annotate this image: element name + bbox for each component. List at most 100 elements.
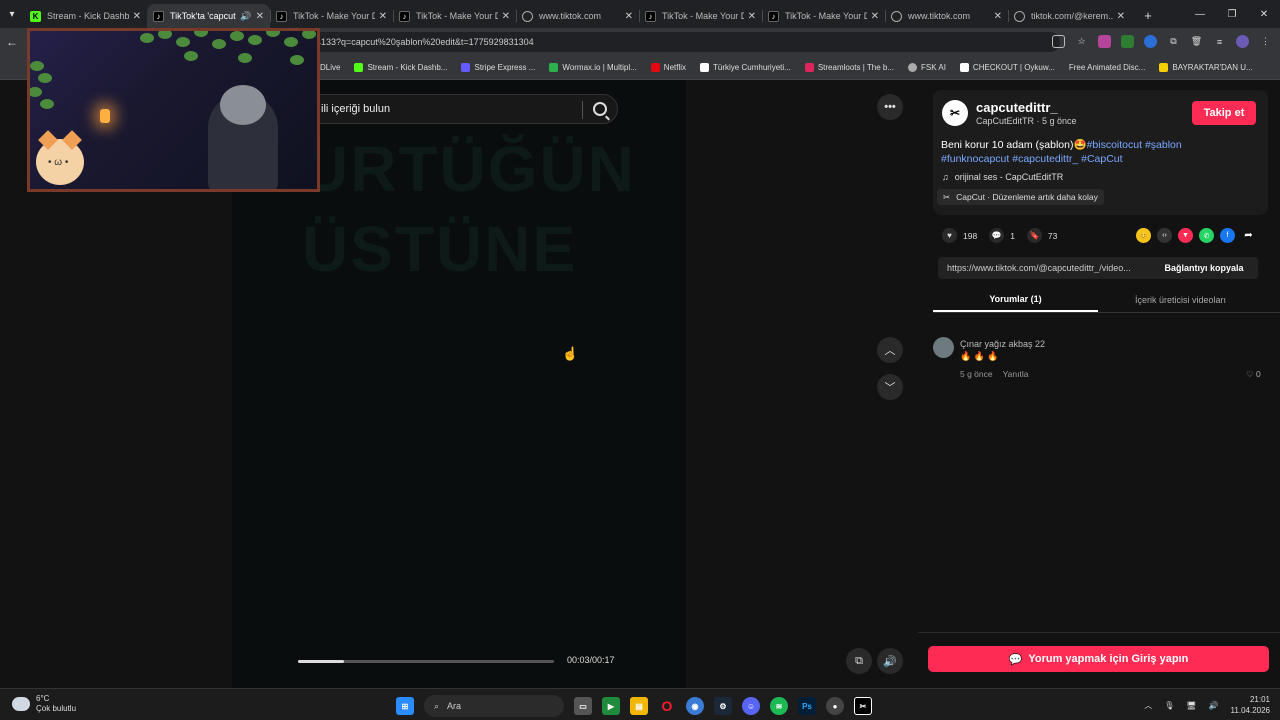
clock[interactable]: 21:01 11.04.2026: [1231, 694, 1270, 716]
app-icon[interactable]: ▶: [602, 697, 620, 715]
close-icon[interactable]: ✕: [871, 11, 879, 22]
save-button[interactable]: 🔖 73: [1026, 228, 1057, 243]
comment-button[interactable]: 💬 1: [989, 228, 1015, 243]
bookmark-item[interactable]: Stripe Express ...: [461, 63, 535, 72]
spotify-icon[interactable]: ≋: [770, 697, 788, 715]
copy-link-button[interactable]: Bağlantıyı kopyala: [1150, 263, 1258, 273]
back-arrow-icon[interactable]: ←: [0, 35, 24, 49]
chevron-down-icon[interactable]: ﹀: [877, 374, 903, 400]
trash-icon[interactable]: 🗑: [1190, 35, 1203, 48]
url-field[interactable]: 4133?q=capcut%20şablon%20edit&t=17759298…: [300, 32, 1060, 52]
browser-tab[interactable]: ♪ TikTok - Make Your Day ✕: [762, 4, 885, 28]
close-window-icon[interactable]: ✕: [1248, 9, 1280, 20]
repost-icon[interactable]: 😊: [1136, 228, 1151, 243]
weather-widget[interactable]: 6°C Çok bulutlu: [12, 694, 76, 714]
close-icon[interactable]: ✕: [748, 11, 756, 22]
login-to-comment-button[interactable]: 💬 Yorum yapmak için Giriş yapın: [928, 646, 1269, 672]
windows-start-icon[interactable]: ⊞: [396, 697, 414, 715]
browser-tab[interactable]: ♪ TikTok - Make Your Day ✕: [639, 4, 762, 28]
like-button[interactable]: ♥ 198: [942, 228, 977, 243]
minimize-icon[interactable]: —: [1184, 9, 1216, 20]
whatsapp-icon[interactable]: ✆: [1199, 228, 1214, 243]
hashtag[interactable]: #şablon: [1145, 139, 1182, 151]
extension-icon[interactable]: [1098, 35, 1111, 48]
video-progress-bar[interactable]: [298, 660, 554, 663]
bookmark-item[interactable]: FSK AI: [908, 63, 946, 72]
bookmark-item[interactable]: BAYRAKTAR'DAN U...: [1159, 63, 1253, 72]
hashtag[interactable]: #biscoitocut: [1087, 139, 1142, 151]
capcut-anchor[interactable]: ✂ CapCut · Düzenleme artık daha kolay: [937, 189, 1104, 205]
taskbar-search[interactable]: ⌕ Ara: [424, 695, 564, 717]
chrome-icon[interactable]: ◉: [686, 697, 704, 715]
speaker-icon[interactable]: 🔊: [240, 11, 251, 22]
browser-tab[interactable]: K Stream - Kick Dashboard ✕: [24, 4, 147, 28]
browser-tab[interactable]: www.tiktok.com ✕: [885, 4, 1008, 28]
bookmark-item[interactable]: Free Animated Disc...: [1069, 63, 1145, 72]
pip-icon[interactable]: ⧉: [846, 648, 872, 674]
opera-icon[interactable]: O: [658, 697, 676, 715]
more-options-icon[interactable]: •••: [877, 94, 903, 120]
browser-tab[interactable]: ♪ TikTok - Make Your Day ✕: [393, 4, 516, 28]
hashtag[interactable]: #capcutedittr_: [1012, 153, 1078, 165]
steam-icon[interactable]: ⚙: [714, 697, 732, 715]
bookmark-item[interactable]: Streamloots | The b...: [804, 63, 894, 72]
creator-avatar[interactable]: ✂: [942, 100, 968, 126]
obs-icon[interactable]: ●: [826, 697, 844, 715]
file-explorer-icon[interactable]: ▤: [630, 697, 648, 715]
sound-link[interactable]: ♫ orijinal ses - CapCutEditTR: [942, 172, 1063, 182]
share-arrow-icon[interactable]: ➦: [1241, 228, 1256, 243]
creator-username[interactable]: capcutedittr_: [976, 100, 1058, 115]
restore-icon[interactable]: ❐: [1216, 9, 1248, 20]
share-link-text[interactable]: https://www.tiktok.com/@capcutedittr_/vi…: [938, 263, 1150, 273]
send-icon[interactable]: ▼: [1178, 228, 1193, 243]
comment-like-button[interactable]: ♡ 0: [1246, 369, 1261, 380]
close-icon[interactable]: ✕: [1117, 11, 1125, 22]
tab-creator-videos[interactable]: İçerik üreticisi videoları: [1098, 288, 1263, 312]
browser-tab[interactable]: ♪ TikTok - Make Your Day ✕: [270, 4, 393, 28]
close-icon[interactable]: ✕: [256, 11, 264, 22]
photoshop-icon[interactable]: Ps: [798, 697, 816, 715]
tab-comments[interactable]: Yorumlar (1): [933, 288, 1098, 312]
commenter-avatar[interactable]: [933, 337, 954, 358]
menu-kebab-icon[interactable]: ⋮: [1259, 35, 1272, 48]
follow-button[interactable]: Takip et: [1192, 101, 1256, 125]
media-control-icon[interactable]: ≡: [1213, 35, 1226, 48]
bookmark-item[interactable]: Netflix: [650, 63, 686, 72]
embed-icon[interactable]: ‹›: [1157, 228, 1172, 243]
volume-icon[interactable]: 🔊: [877, 648, 903, 674]
close-icon[interactable]: ✕: [502, 11, 510, 22]
hashtag[interactable]: #CapCut: [1081, 153, 1122, 165]
puzzle-icon[interactable]: ⧉: [1167, 35, 1180, 48]
bookmark-star-icon[interactable]: ☆: [1075, 35, 1088, 48]
bookmark-item[interactable]: CHECKOUT | Oykuw...: [959, 63, 1055, 72]
discord-icon[interactable]: ☺: [742, 697, 760, 715]
task-view-icon[interactable]: ▭: [574, 697, 592, 715]
bookmark-item[interactable]: Stream - Kick Dashb...: [354, 63, 447, 72]
microphone-icon[interactable]: 🎙: [1164, 701, 1174, 710]
new-tab-button[interactable]: +: [1137, 4, 1159, 26]
profile-avatar-icon[interactable]: [1236, 35, 1249, 48]
network-icon[interactable]: 🖥: [1186, 701, 1196, 710]
reply-button[interactable]: Yanıtla: [1003, 369, 1029, 379]
close-icon[interactable]: ✕: [133, 11, 141, 22]
tab-search-button[interactable]: ▾: [0, 0, 24, 28]
capcut-icon[interactable]: ✂: [854, 697, 872, 715]
chevron-up-icon[interactable]: ︿: [1144, 700, 1152, 711]
close-icon[interactable]: ✕: [379, 11, 387, 22]
search-input[interactable]: ili içeriği bulun: [300, 94, 618, 124]
hashtag[interactable]: #funknocapcut: [941, 153, 1009, 165]
facebook-icon[interactable]: f: [1220, 228, 1235, 243]
bookmark-item[interactable]: DLive: [320, 63, 340, 72]
bookmark-item[interactable]: Wormax.io | Multipl...: [549, 63, 637, 72]
chevron-up-icon[interactable]: ︿: [877, 337, 903, 363]
bookmark-item[interactable]: Türkiye Cumhuriyeti...: [700, 63, 791, 72]
volume-icon[interactable]: 🔊: [1209, 701, 1219, 710]
extension-icon[interactable]: [1121, 35, 1134, 48]
browser-tab[interactable]: tiktok.com/@kerem... ✕: [1008, 4, 1131, 28]
close-icon[interactable]: ✕: [625, 11, 633, 22]
install-app-icon[interactable]: [1052, 35, 1065, 48]
search-icon[interactable]: [593, 102, 607, 116]
browser-tab-active[interactable]: ♪ TikTok'ta 'capcut şablon' 🔊 ✕: [147, 4, 270, 28]
close-icon[interactable]: ✕: [994, 11, 1002, 22]
commenter-name[interactable]: Çınar yağız akbaş 22: [960, 339, 1045, 349]
